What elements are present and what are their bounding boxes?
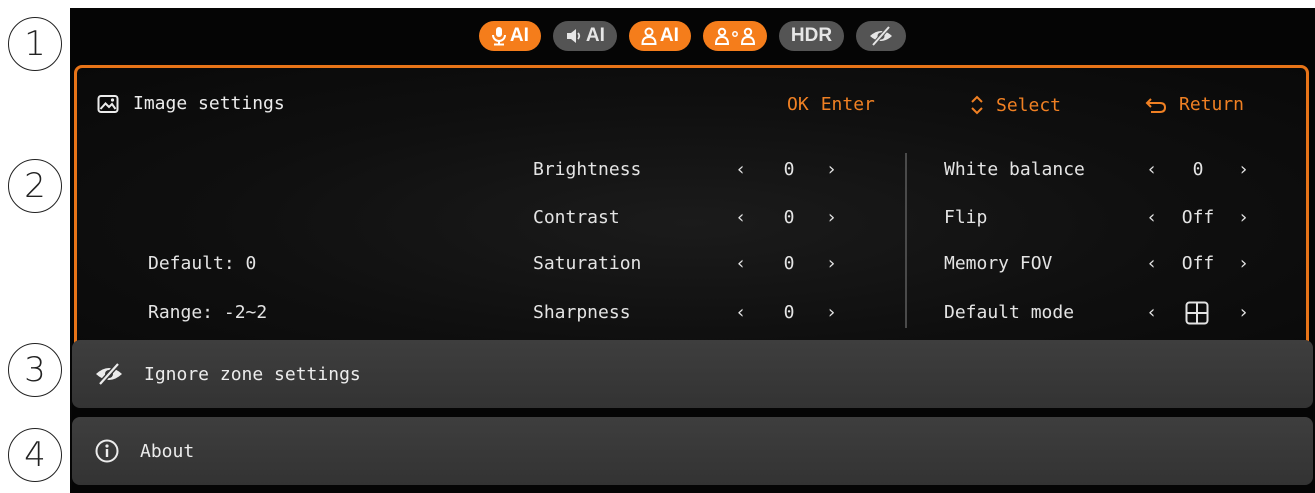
select-hint: Select	[970, 94, 1061, 116]
setting-label: Contrast	[533, 207, 620, 228]
callout-3: 3	[8, 343, 62, 397]
ignore-zone-label: Ignore zone settings	[144, 363, 361, 385]
setting-value: Off	[1181, 207, 1215, 228]
callout-4: 4	[8, 428, 62, 482]
microphone-icon	[491, 26, 506, 45]
setting-label: White balance	[944, 159, 1085, 180]
grid-icon	[1185, 301, 1209, 325]
ok-key-label: OK	[787, 94, 809, 115]
decrease-arrow[interactable]: ‹	[1148, 253, 1155, 274]
return-label: Return	[1179, 94, 1245, 115]
people-icon	[714, 27, 755, 45]
enter-label: Enter	[820, 94, 875, 115]
setting-value: 0	[1192, 159, 1204, 180]
return-icon	[1145, 97, 1167, 113]
increase-arrow[interactable]: ›	[828, 159, 835, 180]
decrease-arrow[interactable]: ‹	[1148, 302, 1155, 323]
setting-value: 0	[783, 159, 795, 180]
eye-slash-icon	[96, 362, 122, 386]
increase-arrow[interactable]: ›	[1240, 302, 1247, 323]
decrease-arrow[interactable]: ‹	[1148, 159, 1155, 180]
person-ai-label: AI	[659, 24, 679, 46]
enter-hint: OK Enter	[787, 94, 875, 115]
increase-arrow[interactable]: ›	[1240, 159, 1247, 180]
decrease-arrow[interactable]: ‹	[1148, 207, 1155, 228]
setting-label: Sharpness	[533, 302, 631, 323]
callout-1: 1	[8, 17, 62, 71]
default-info: Default: 0	[148, 253, 257, 274]
decrease-arrow[interactable]: ‹	[737, 159, 744, 180]
increase-arrow[interactable]: ›	[828, 207, 835, 228]
panel-header: Image settings	[97, 93, 285, 114]
person-ai-pill[interactable]: AI	[628, 20, 691, 51]
range-info: Range: -2~2	[148, 302, 268, 323]
setting-label: Saturation	[533, 253, 642, 274]
increase-arrow[interactable]: ›	[1240, 207, 1247, 228]
about-item[interactable]: About	[72, 417, 1313, 485]
return-hint: Return	[1145, 94, 1244, 115]
decrease-arrow[interactable]: ‹	[737, 207, 744, 228]
decrease-arrow[interactable]: ‹	[737, 253, 744, 274]
setting-value: 0	[783, 253, 795, 274]
hdr-label: HDR	[790, 24, 833, 46]
increase-arrow[interactable]: ›	[1240, 253, 1247, 274]
setting-label: Flip	[944, 207, 988, 228]
panel-title: Image settings	[133, 93, 285, 114]
multi-person-pill[interactable]	[702, 20, 767, 51]
mode-status-bar: AI AI AI HDR	[70, 8, 1315, 63]
setting-value: Off	[1181, 253, 1215, 274]
privacy-pill[interactable]	[856, 20, 907, 51]
ignore-zone-settings-item[interactable]: Ignore zone settings	[72, 340, 1313, 408]
hdr-pill[interactable]: HDR	[778, 20, 845, 51]
voice-ai-label: AI	[509, 24, 529, 46]
setting-value: 0	[783, 207, 795, 228]
image-icon	[97, 94, 119, 113]
person-icon	[641, 27, 657, 45]
decrease-arrow[interactable]: ‹	[737, 302, 744, 323]
voice-ai-pill[interactable]: AI	[478, 20, 541, 51]
setting-label: Brightness	[533, 159, 642, 180]
column-divider	[905, 153, 907, 328]
increase-arrow[interactable]: ›	[828, 302, 835, 323]
camera-osd-screen: AI AI AI HDR Image settings OK Enter Sel…	[70, 8, 1315, 493]
audio-ai-label: AI	[585, 24, 605, 46]
increase-arrow[interactable]: ›	[828, 253, 835, 274]
up-down-chevron-icon	[971, 95, 983, 115]
about-label: About	[140, 440, 195, 462]
select-label: Select	[996, 94, 1062, 116]
setting-label: Default mode	[944, 302, 1075, 323]
eye-slash-icon	[870, 25, 893, 46]
callout-2: 2	[8, 159, 62, 213]
setting-label: Memory FOV	[944, 253, 1053, 274]
image-settings-panel: Image settings OK Enter Select Return De…	[74, 65, 1309, 350]
audio-ai-pill[interactable]: AI	[552, 20, 617, 51]
info-icon	[95, 439, 119, 463]
setting-value: 0	[783, 302, 795, 323]
speaker-icon	[566, 28, 581, 43]
